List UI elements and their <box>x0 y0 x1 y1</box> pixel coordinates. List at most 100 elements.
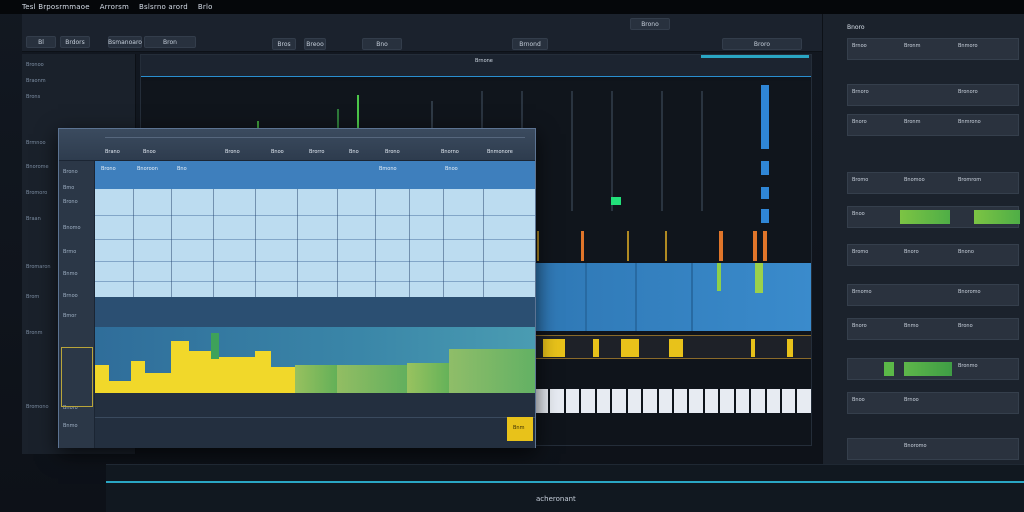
toolbar-button-3[interactable]: Bsmanoaro <box>108 36 142 48</box>
menu-item-arrange[interactable]: Arrorsm <box>100 3 129 11</box>
piano-key[interactable] <box>643 389 657 413</box>
clip-marker[interactable] <box>627 231 629 261</box>
toolbar-button-7[interactable]: Bno <box>362 38 402 50</box>
mixer-row[interactable]: Bnoo <box>847 206 1020 228</box>
velocity-bar[interactable] <box>145 373 161 393</box>
midi-note[interactable] <box>357 95 359 131</box>
mixer-row[interactable]: Bromo Bnoro Bnono <box>847 244 1019 266</box>
velocity-bar[interactable] <box>109 381 131 393</box>
column-label[interactable]: Bmono <box>379 166 397 172</box>
piano-key[interactable] <box>550 389 564 413</box>
velocity-bar[interactable] <box>449 349 535 393</box>
piano-key[interactable] <box>735 389 750 413</box>
playhead-track[interactable] <box>106 481 1024 483</box>
piano-key[interactable] <box>673 389 688 413</box>
column-label[interactable]: Brono <box>101 166 116 172</box>
clip-marker[interactable] <box>537 231 539 261</box>
header-label[interactable]: Brano <box>105 149 120 155</box>
sidebar-item[interactable]: Bromoro <box>26 190 47 198</box>
piano-key[interactable] <box>627 389 642 413</box>
menu-item-options[interactable]: Bslsrno arord <box>139 3 188 11</box>
sidebar-item[interactable]: Braonm <box>26 78 46 86</box>
piano-key[interactable] <box>581 389 595 413</box>
toolbar-button-2[interactable]: Brdors <box>60 36 90 48</box>
sidebar-item[interactable]: Brons <box>26 94 40 102</box>
velocity-bar[interactable] <box>337 365 407 393</box>
clip-marker[interactable] <box>763 231 767 261</box>
velocity-bar[interactable] <box>189 351 211 393</box>
header-label[interactable]: Brono <box>225 149 240 155</box>
clip-marker[interactable] <box>581 231 584 261</box>
midi-note[interactable] <box>751 339 755 357</box>
piano-key[interactable] <box>797 389 811 413</box>
menu-item-file[interactable]: Tesl Brposrmmaoe <box>22 3 90 11</box>
toolbar-button-8[interactable]: Brnond <box>512 38 548 50</box>
piano-key[interactable] <box>689 389 703 413</box>
velocity-bar[interactable] <box>271 367 295 393</box>
piano-key[interactable] <box>766 389 780 413</box>
audio-region[interactable] <box>535 263 811 331</box>
velocity-bar[interactable] <box>95 365 109 393</box>
midi-region[interactable] <box>535 335 811 359</box>
header-label[interactable]: Bnoo <box>271 149 284 155</box>
mixer-row[interactable]: Bnoo Brnoo <box>847 392 1019 414</box>
header-label[interactable]: Brono <box>385 149 400 155</box>
level-fader[interactable] <box>900 210 950 224</box>
editor-window[interactable]: Brano Bnoo Brono Bnoo Brorro Bno Brono B… <box>58 128 536 448</box>
mixer-row[interactable]: Bnoro Bnmo Brono <box>847 318 1019 340</box>
clip-marker[interactable] <box>665 231 667 261</box>
velocity-bar[interactable] <box>407 363 449 393</box>
column-label[interactable]: Bno <box>177 166 187 172</box>
toolbar-button-6[interactable]: Breoo <box>304 38 326 50</box>
toolbar-button-4[interactable]: Bron <box>144 36 196 48</box>
toolbar-button-10[interactable]: Broro <box>722 38 802 50</box>
sidebar-item[interactable]: Braan <box>26 216 41 224</box>
editor-bottom-lane[interactable]: Bnm <box>95 393 535 448</box>
midi-note[interactable] <box>543 339 565 357</box>
mixer-row[interactable]: Bronmo <box>847 358 1019 380</box>
header-label[interactable]: Bnmonore <box>487 149 513 155</box>
sidebar-item[interactable]: Bronm <box>26 330 42 338</box>
midi-note[interactable] <box>669 339 683 357</box>
left-item[interactable]: Bmo <box>63 185 74 191</box>
column-label[interactable]: Bnoo <box>445 166 458 172</box>
left-item[interactable]: Bnmo <box>63 423 78 429</box>
clip-marker[interactable] <box>719 231 723 261</box>
sidebar-item[interactable]: Bronoo <box>26 62 44 70</box>
level-fader[interactable] <box>904 362 952 376</box>
toolbar-button-9[interactable]: Brono <box>630 18 670 30</box>
left-item[interactable]: Brono <box>63 169 78 175</box>
mixer-row[interactable]: Brnoro Bronoro <box>847 84 1019 106</box>
left-item[interactable]: Bnmo <box>63 271 78 277</box>
midi-note[interactable] <box>593 339 599 357</box>
piano-key[interactable] <box>720 389 734 413</box>
sidebar-item[interactable]: Bromono <box>26 404 49 412</box>
left-item[interactable]: Brono <box>63 199 78 205</box>
header-label[interactable]: Bnoo <box>143 149 156 155</box>
velocity-lane[interactable] <box>95 327 535 393</box>
level-fader[interactable] <box>974 210 1020 224</box>
piano-key[interactable] <box>565 389 580 413</box>
header-label[interactable]: Brorro <box>309 149 324 155</box>
midi-note[interactable] <box>787 339 793 357</box>
mixer-row[interactable]: Bnoro Bronm Bnmrono <box>847 114 1019 136</box>
timeline-bar[interactable]: acheronant <box>106 464 1024 512</box>
piano-key[interactable] <box>596 389 611 413</box>
velocity-bar[interactable] <box>131 361 145 393</box>
level-fader[interactable] <box>884 362 894 376</box>
midi-note[interactable] <box>611 197 621 205</box>
sidebar-item[interactable]: Brom <box>26 294 39 302</box>
piano-key[interactable] <box>535 389 549 413</box>
velocity-bar[interactable] <box>171 341 189 393</box>
toolbar-button-1[interactable]: Bl <box>26 36 56 48</box>
mixer-row[interactable]: Bnoromo <box>847 438 1019 460</box>
left-item[interactable]: Brnoo <box>63 293 78 299</box>
piano-key[interactable] <box>782 389 796 413</box>
note-grid[interactable] <box>95 189 535 297</box>
mixer-row[interactable]: Bromo Bnomoo Bromrom <box>847 172 1019 194</box>
left-item[interactable]: Bmor <box>63 313 76 319</box>
piano-key[interactable] <box>704 389 719 413</box>
midi-note[interactable] <box>621 339 639 357</box>
sidebar-item[interactable]: Bromaron <box>26 264 51 272</box>
column-label[interactable]: Bnoroon <box>137 166 158 172</box>
